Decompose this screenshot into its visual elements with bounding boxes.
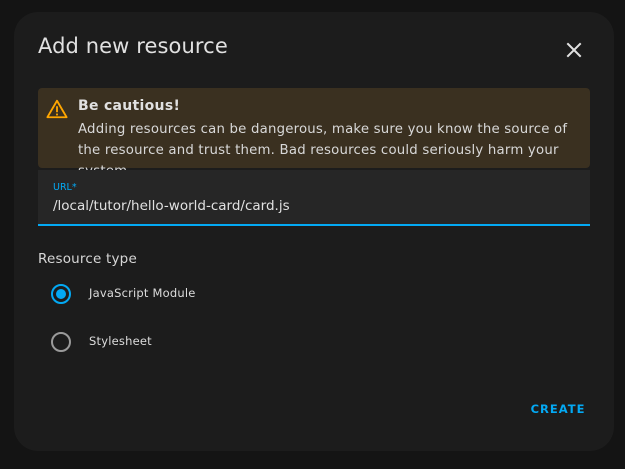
add-resource-dialog: Add new resource Be cautious! Adding res… <box>14 12 614 451</box>
radio-button-checked[interactable] <box>51 284 71 304</box>
dialog-title: Add new resource <box>38 34 228 58</box>
alert-title: Be cautious! <box>78 98 181 114</box>
resource-type-label: Resource type <box>38 251 137 267</box>
create-button[interactable]: CREATE <box>520 394 596 424</box>
radio-button-unchecked[interactable] <box>51 332 71 352</box>
url-field[interactable]: URL* <box>38 170 590 226</box>
radio-label: Stylesheet <box>89 334 152 348</box>
radio-option-stylesheet[interactable]: Stylesheet <box>46 326 346 358</box>
url-field-label: URL* <box>53 182 77 193</box>
close-icon <box>566 42 582 58</box>
radio-option-javascript-module[interactable]: JavaScript Module <box>46 278 346 310</box>
warning-alert: Be cautious! Adding resources can be dan… <box>38 88 590 179</box>
radio-label: JavaScript Module <box>89 286 196 300</box>
close-button[interactable] <box>558 34 590 66</box>
url-input[interactable] <box>53 196 573 216</box>
warning-icon <box>46 99 68 119</box>
